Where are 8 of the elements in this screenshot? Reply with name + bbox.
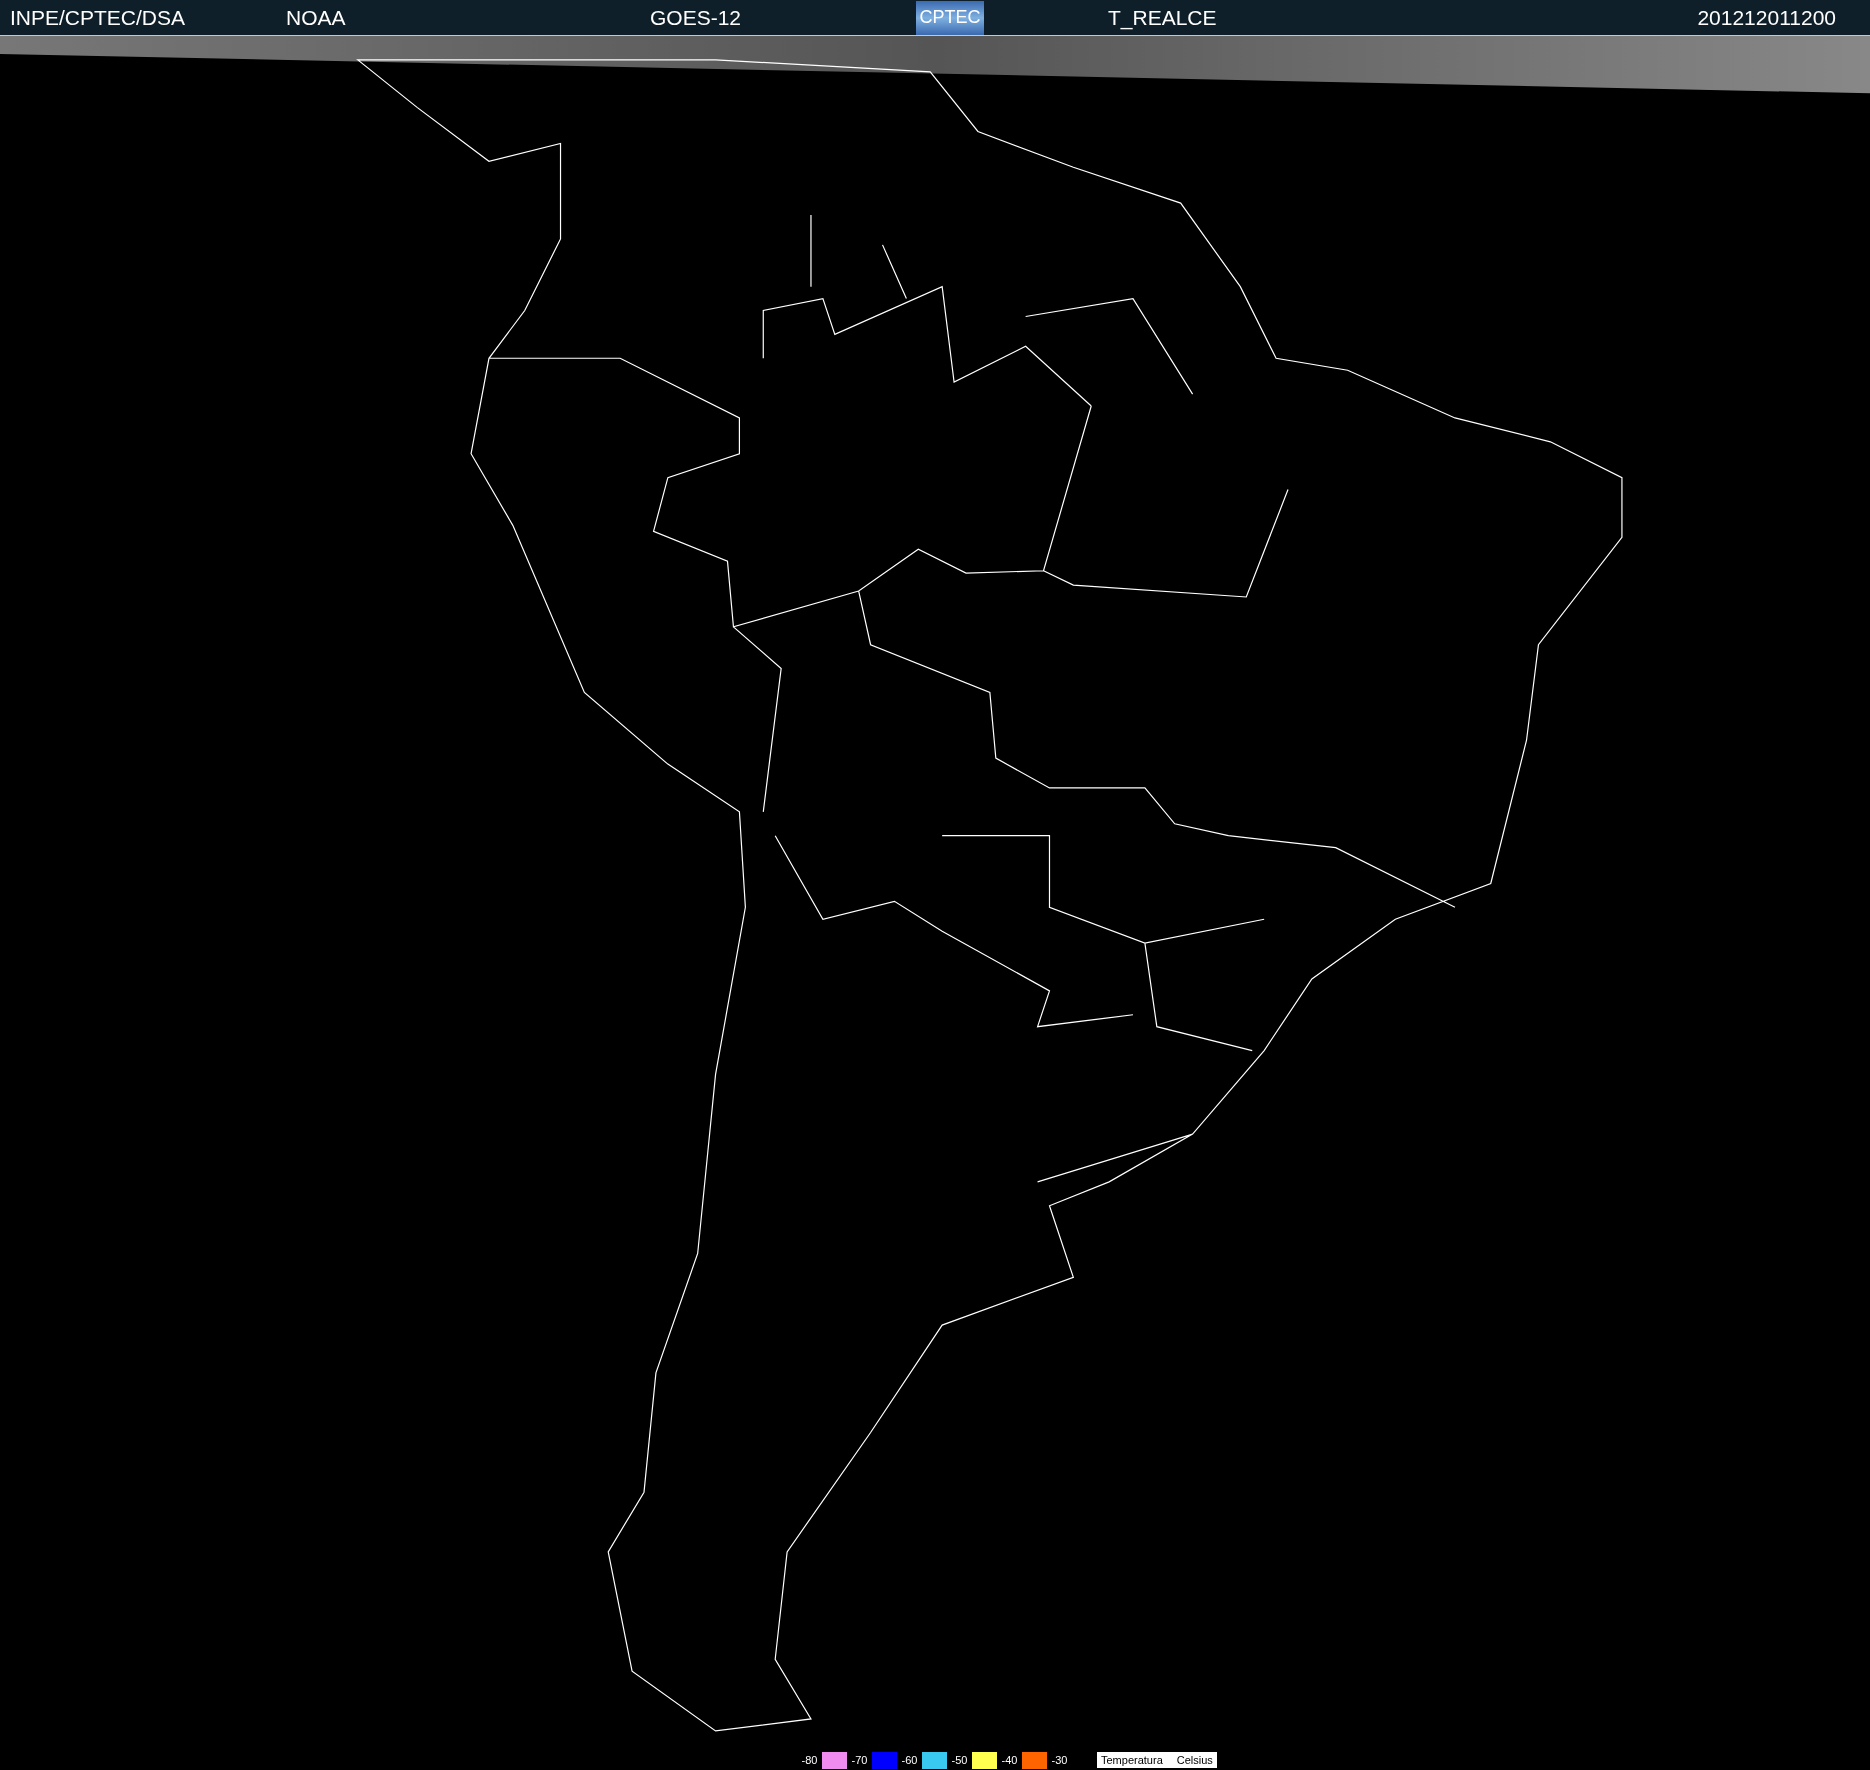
logo: CPTEC — [916, 0, 984, 35]
product-label: T_REALCE — [1108, 5, 1217, 29]
satellite-label: GOES-12 — [650, 5, 742, 29]
legend-caption: Temperatura — [1101, 1752, 1163, 1768]
timestamp-label: 201212011200 — [1697, 5, 1836, 29]
agency-label: INPE/CPTEC/DSA — [10, 5, 186, 29]
source-label: NOAA — [286, 5, 346, 29]
legend-unit: Celsius — [1176, 1752, 1213, 1768]
